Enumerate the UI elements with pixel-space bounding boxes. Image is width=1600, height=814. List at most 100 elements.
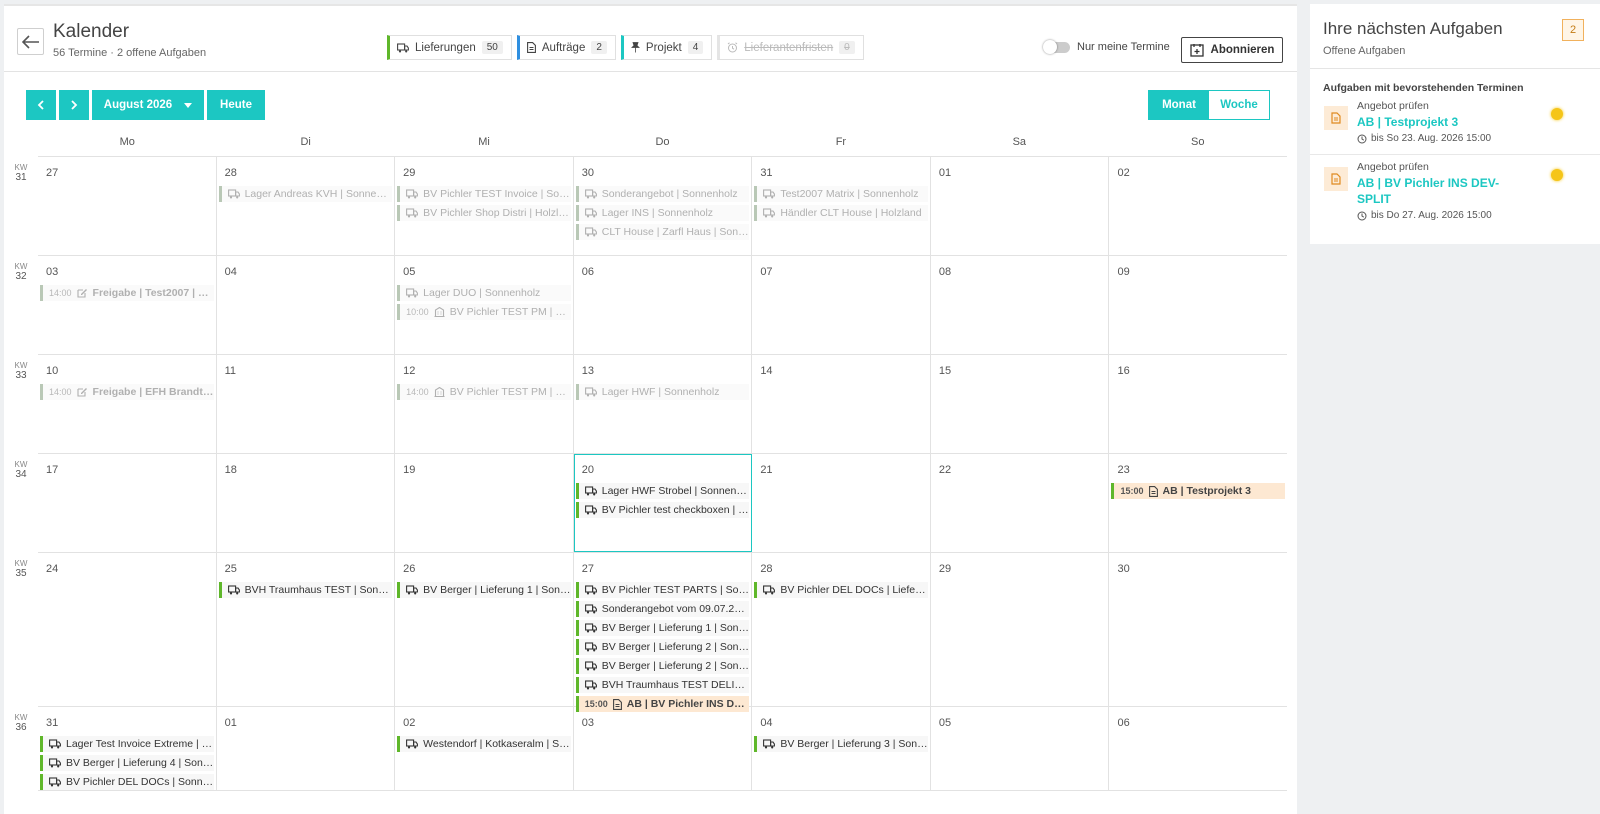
calendar-event[interactable]: BV Berger | Lieferung 2 | Sonnenholz (575, 658, 750, 674)
task-link[interactable]: AB | BV Pichler INS DEV-SPLIT (1357, 175, 1507, 207)
day-number: 04 (760, 717, 773, 729)
calendar-event[interactable]: Lager INS | Sonnenholz (575, 205, 750, 221)
calendar-event[interactable]: BV Berger | Lieferung 3 | Sonnenholz (754, 736, 928, 752)
day-cell[interactable]: 10 14:00 Freigabe | EFH Brandtner (38, 355, 217, 453)
calendar-event[interactable]: BV Pichler test checkboxen | Sonnenholz (575, 502, 750, 518)
day-cell[interactable]: 09 (1109, 256, 1287, 354)
day-cell[interactable]: 06 (574, 256, 753, 354)
day-cell[interactable]: 05 Lager DUO | Sonnenholz 10:00 BV Pichler … (395, 256, 574, 354)
week-number-label: KW (14, 163, 28, 172)
calendar-event[interactable]: 14:00 Freigabe | EFH Brandtner (40, 384, 214, 400)
day-cell[interactable]: 01 (931, 157, 1110, 255)
calendar-event[interactable]: BV Berger | Lieferung 4 | Sonnenholz (40, 755, 214, 771)
only-mine-toggle[interactable] (1043, 39, 1070, 54)
calendar-event[interactable]: Lager Test Invoice Extreme | Lieferung (40, 736, 214, 752)
day-cell[interactable]: 28 BV Pichler DEL DOCs | Lieferung (752, 553, 931, 706)
calendar-event[interactable]: Lager Andreas KVH | Sonnenholz (218, 186, 393, 202)
calendar-event[interactable]: BV Pichler TEST Invoice | Sonnenholz (397, 186, 571, 202)
calendar-event[interactable]: BVH Traumhaus TEST | Sonnenholz (218, 582, 393, 598)
day-cell[interactable]: 06 (1109, 707, 1287, 790)
day-cell[interactable]: 18 (217, 454, 396, 552)
task-link[interactable]: AB | Testprojekt 3 (1357, 114, 1507, 130)
calendar-event[interactable]: Lager HWF | Sonnenholz (575, 384, 750, 400)
day-cell[interactable]: 22 (931, 454, 1110, 552)
month-picker[interactable]: August 2026 (92, 90, 204, 120)
filter-chip-projekt[interactable]: Projekt 4 (620, 35, 713, 60)
subscribe-button[interactable]: Abonnieren (1181, 37, 1283, 63)
day-cell[interactable]: 26 BV Berger | Lieferung 1 | Sonnenholz (395, 553, 574, 706)
day-number: 19 (403, 464, 416, 476)
calendar-event[interactable]: Lager HWF Strobel | Sonnenholz (575, 483, 750, 499)
filter-chip-lieferungen[interactable]: Lieferungen 50 (387, 35, 512, 60)
day-cell[interactable]: 30 Sonderangebot | Sonnenholz Lager INS | … (574, 157, 753, 255)
task-item[interactable]: Angebot prüfen AB | Testprojekt 3 bis So… (1310, 100, 1600, 144)
day-cell[interactable]: 12 14:00 BV Pichler TEST PM | Sonnenholz (395, 355, 574, 453)
truck-icon (763, 739, 776, 749)
subscribe-label: Abonnieren (1210, 44, 1275, 56)
day-cell[interactable]: 24 (38, 553, 217, 706)
day-cell[interactable]: 28 Lager Andreas KVH | Sonnenholz (217, 157, 396, 255)
day-cell[interactable]: 05 (931, 707, 1110, 790)
view-month-button[interactable]: Monat (1149, 91, 1209, 119)
calendar-event[interactable]: Sonderangebot vom 09.07.26 | Sonnenholz (575, 601, 750, 617)
calendar-event[interactable]: Westendorf | Kotkaseralm | Sonnenholz (397, 736, 571, 752)
truck-icon (406, 739, 419, 749)
today-button[interactable]: Heute (207, 90, 265, 120)
calendar-event[interactable]: BV Pichler TEST PARTS | Sonnenholz (575, 582, 750, 598)
day-cell[interactable]: 16 (1109, 355, 1287, 453)
day-cell[interactable]: 14 (752, 355, 931, 453)
day-cell[interactable]: 25 BVH Traumhaus TEST | Sonnenholz (217, 553, 396, 706)
view-week-button[interactable]: Woche (1209, 91, 1269, 119)
day-cell-today[interactable]: 20 Lager HWF Strobel | Sonnenholz BV Pichl… (573, 454, 753, 552)
calendar-event[interactable]: Sonderangebot | Sonnenholz (575, 186, 750, 202)
day-cell[interactable]: 31 Lager Test Invoice Extreme | Lieferung… (38, 707, 217, 790)
day-cell[interactable]: 17 (38, 454, 217, 552)
calendar-event[interactable]: CLT House | Zarfl Haus | Sonnenholz (575, 224, 750, 240)
back-button[interactable] (17, 28, 44, 55)
day-cell[interactable]: 27 BV Pichler TEST PARTS | Sonnenholz Sond… (574, 553, 753, 712)
day-cell[interactable]: 27 (38, 157, 217, 255)
day-cell[interactable]: 29 BV Pichler TEST Invoice | Sonnenholz BV… (395, 157, 574, 255)
calendar-event[interactable]: 14:00 BV Pichler TEST PM | Sonnenholz (397, 384, 571, 400)
task-event[interactable]: 15:00 AB | Testprojekt 3 (1111, 483, 1286, 499)
calendar-event[interactable]: 14:00 Freigabe | Test2007 | Baustelle (40, 285, 214, 301)
day-cell[interactable]: 04 (217, 256, 396, 354)
day-cell[interactable]: 02 (1109, 157, 1287, 255)
calendar-event[interactable]: BV Berger | Lieferung 1 | Sonnenholz (575, 620, 750, 636)
calendar-event[interactable]: Test2007 Matrix | Sonnenholz (754, 186, 928, 202)
day-cell[interactable]: 07 (752, 256, 931, 354)
calendar-event[interactable]: BV Pichler DEL DOCs | Sonnenholz (40, 774, 214, 790)
day-cell[interactable]: 01 (217, 707, 396, 790)
day-cell[interactable]: 21 (752, 454, 931, 552)
calendar-event[interactable]: BV Berger | Lieferung 2 | Sonnenholz (575, 639, 750, 655)
day-cell[interactable]: 19 (395, 454, 574, 552)
calendar-event[interactable]: BV Pichler Shop Distri | Holzland (397, 205, 571, 221)
day-cell[interactable]: 13 Lager HWF | Sonnenholz (574, 355, 753, 453)
filter-chip-lieferantenfristen[interactable]: Lieferantenfristen 0 (717, 35, 864, 60)
task-item[interactable]: Angebot prüfen AB | BV Pichler INS DEV-S… (1310, 161, 1600, 221)
day-cell[interactable]: 04 BV Berger | Lieferung 3 | Sonnenholz (752, 707, 931, 790)
calendar-event[interactable]: BV Pichler DEL DOCs | Lieferung (754, 582, 928, 598)
filter-chip-aufträge[interactable]: Aufträge 2 (516, 35, 616, 60)
day-cell[interactable]: 08 (931, 256, 1110, 354)
prev-month-button[interactable] (26, 90, 56, 120)
calendar-event[interactable]: Händler CLT House | Holzland (754, 205, 928, 221)
truck-icon (584, 604, 597, 614)
calendar-event[interactable]: 10:00 BV Pichler TEST PM | Lieferung (397, 304, 571, 320)
calendar-event[interactable]: Lager DUO | Sonnenholz (397, 285, 571, 301)
day-cell[interactable]: 31 Test2007 Matrix | Sonnenholz Händler CL… (752, 157, 931, 255)
day-cell[interactable]: 15 (931, 355, 1110, 453)
day-cell[interactable]: 11 (217, 355, 396, 453)
day-cell[interactable]: 03 14:00 Freigabe | Test2007 | Baustelle (38, 256, 217, 354)
calendar-event[interactable]: BVH Traumhaus TEST DELIVERY (575, 677, 750, 693)
day-cell[interactable]: 02 Westendorf | Kotkaseralm | Sonnenholz (395, 707, 574, 790)
day-cell[interactable]: 30 (1109, 553, 1287, 706)
day-cell[interactable]: 29 (931, 553, 1110, 706)
sidebar-subtitle: Offene Aufgaben (1323, 45, 1406, 57)
day-cell[interactable]: 03 (574, 707, 753, 790)
truck-icon (584, 227, 597, 237)
filter-chip-count: 4 (687, 41, 704, 54)
next-month-button[interactable] (59, 90, 89, 120)
calendar-event[interactable]: BV Berger | Lieferung 1 | Sonnenholz (397, 582, 571, 598)
day-cell[interactable]: 23 15:00 AB | Testprojekt 3 (1109, 454, 1287, 552)
